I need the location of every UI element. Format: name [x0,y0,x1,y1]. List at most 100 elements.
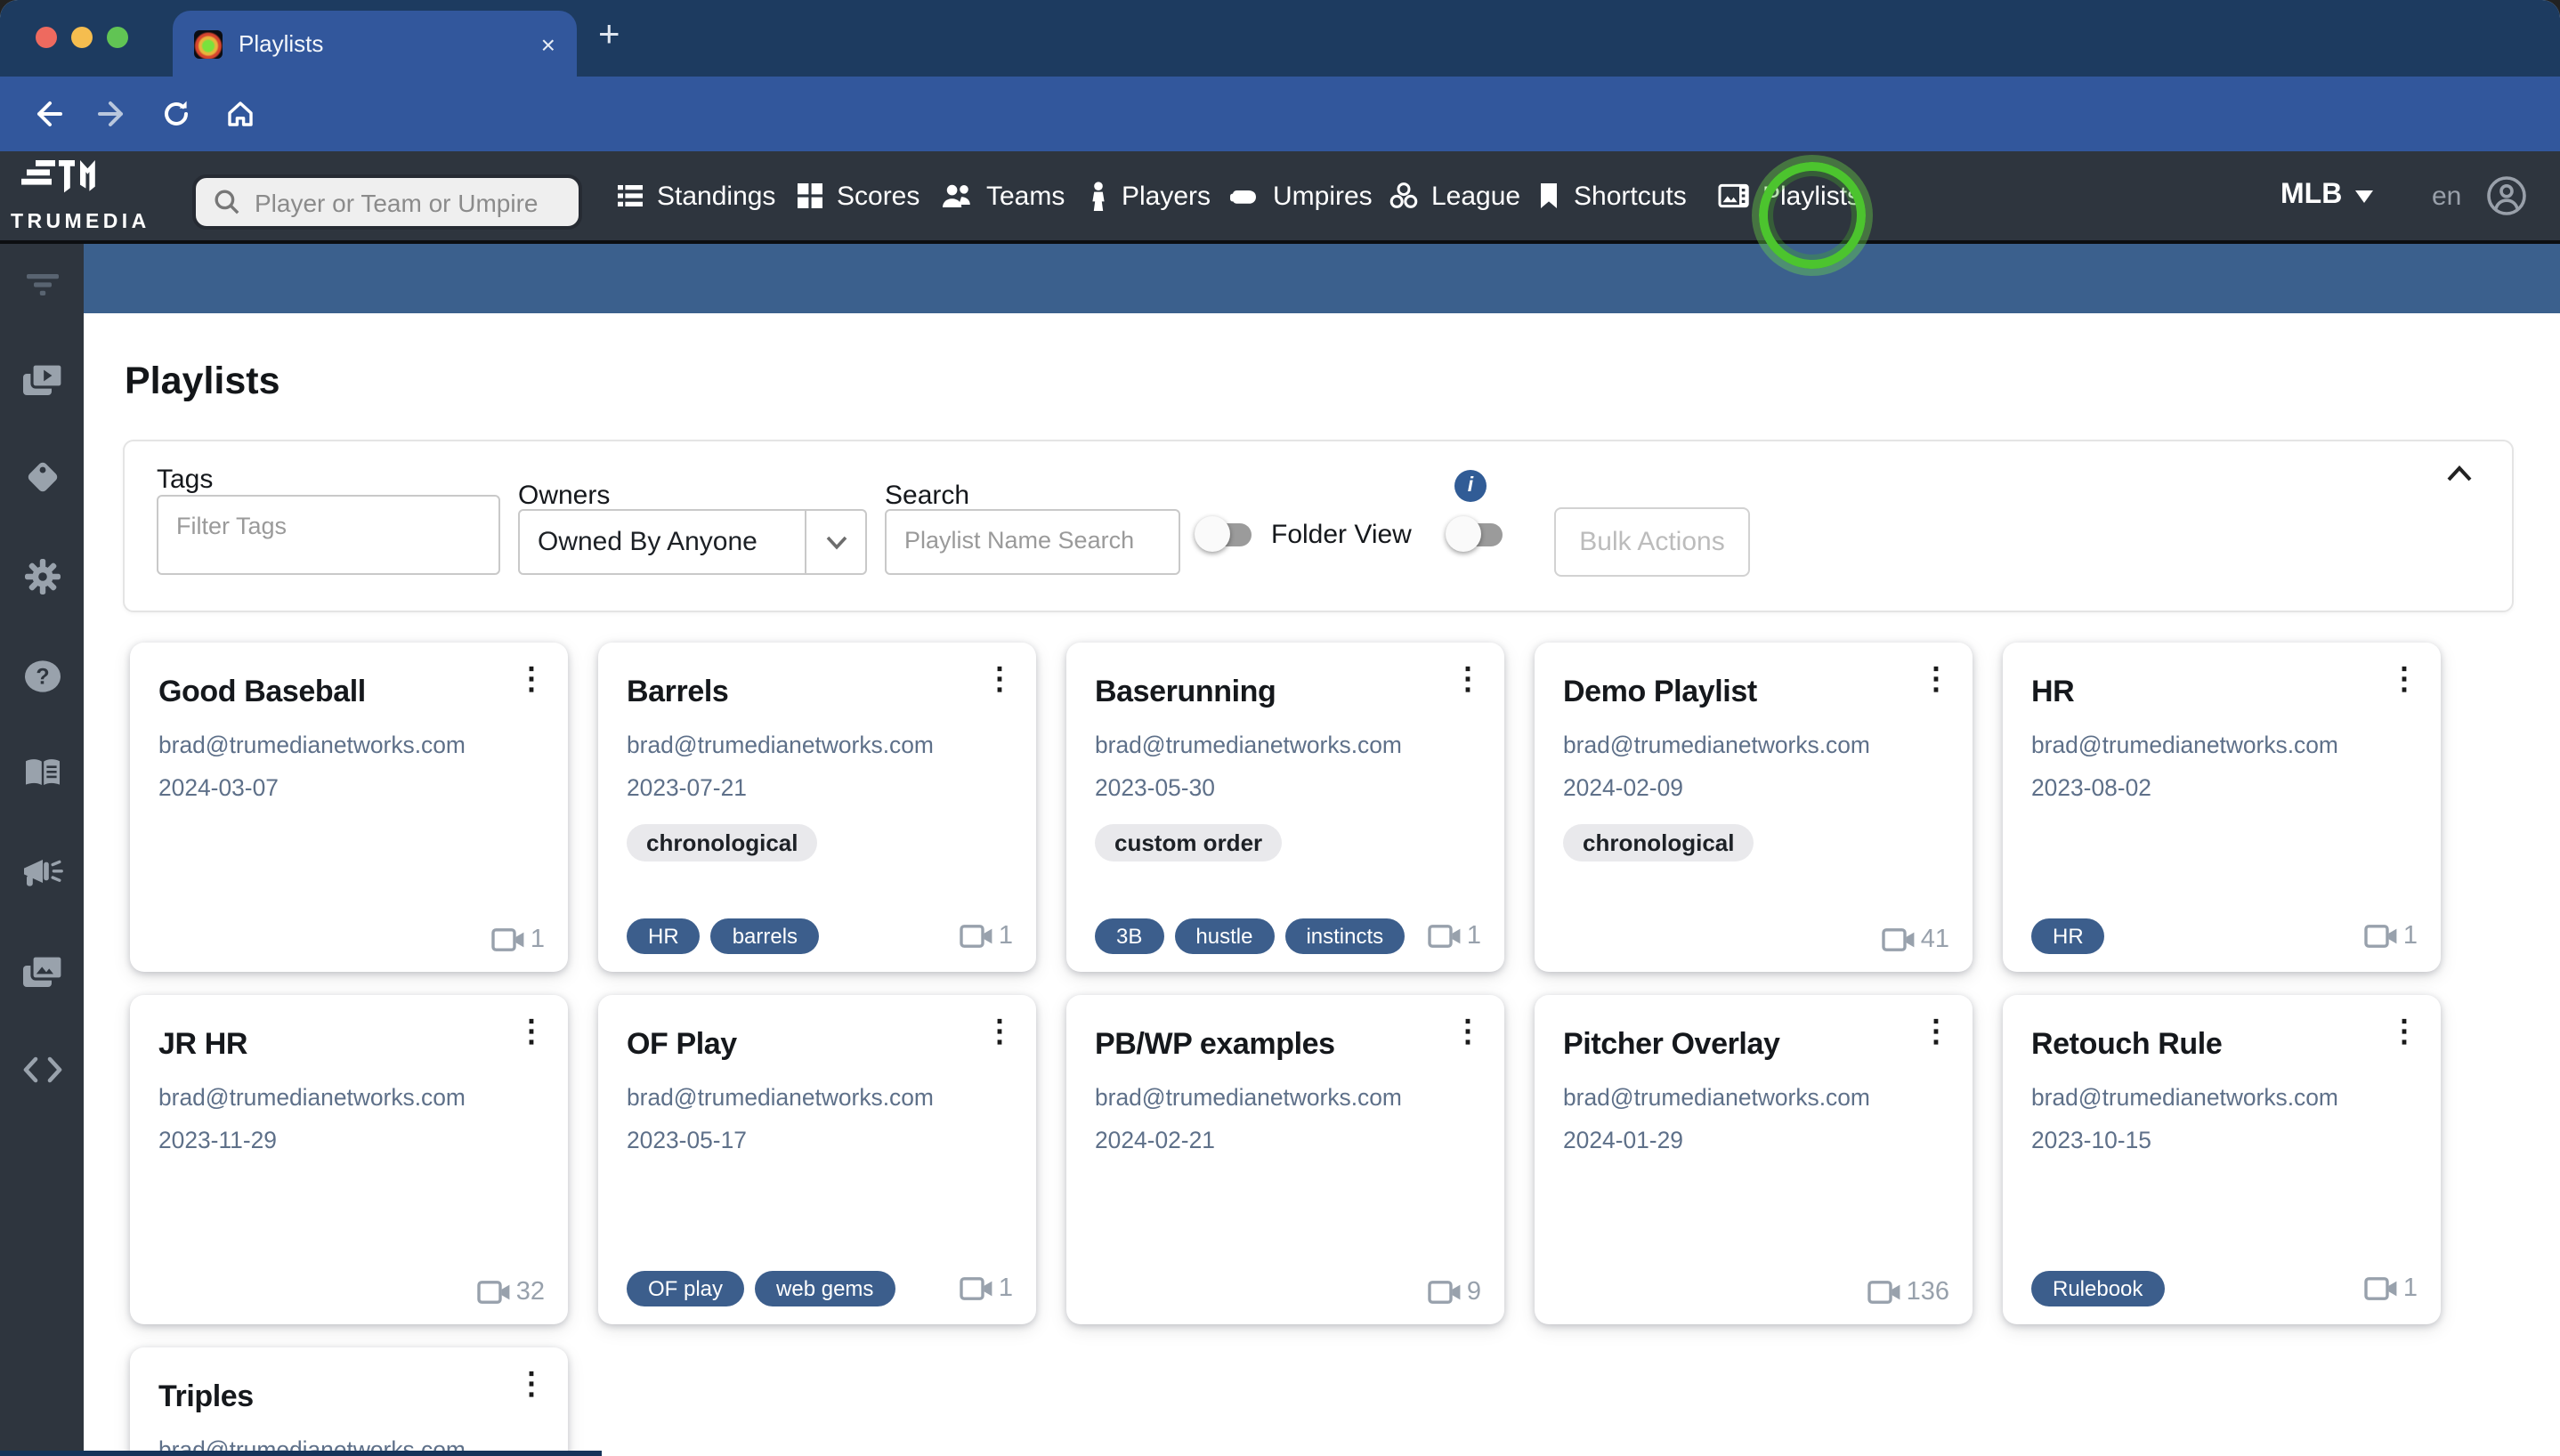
chevron-down-icon [2354,190,2372,202]
bulk-actions-button[interactable]: Bulk Actions [1554,507,1750,577]
language-selector[interactable]: en [2432,151,2461,240]
playlist-card[interactable]: ⋮ JR HR brad@trumedianetworks.com 2023-1… [130,995,568,1324]
playlists-icon [1718,182,1750,210]
playlist-card[interactable]: ⋮ Baserunning brad@trumedianetworks.com … [1066,643,1504,972]
playlist-card[interactable]: ⋮ Demo Playlist brad@trumedianetworks.co… [1535,643,1973,972]
tags-filter-input[interactable]: Filter Tags [157,495,500,575]
help-icon[interactable]: ? [22,657,61,705]
video-camera-icon [1867,1280,1901,1305]
global-search-input[interactable]: Player or Team or Umpire [192,174,582,230]
bulk-actions-toggle[interactable] [1449,523,1503,546]
card-menu-kebab-icon[interactable]: ⋮ [516,664,547,694]
gear-icon[interactable] [22,557,61,605]
playlist-video-count: 1 [491,926,545,954]
page-header-band [84,244,2560,313]
playlist-tag-pill[interactable]: Rulebook [2031,1271,2164,1306]
playlist-card[interactable]: ⋮ OF Play brad@trumedianetworks.com 2023… [598,995,1036,1324]
playlist-tag-pill[interactable]: web gems [755,1271,895,1306]
nav-item-shortcuts[interactable]: Shortcuts [1536,151,1687,240]
playlist-grid: ⋮ Good Baseball brad@trumedianetworks.co… [130,643,2455,1456]
card-menu-kebab-icon[interactable]: ⋮ [984,664,1015,694]
playlist-card[interactable]: ⋮ Retouch Rule brad@trumedianetworks.com… [2003,995,2441,1324]
playlist-order-chip: chronological [1563,824,1754,861]
traffic-light-minimize[interactable] [71,27,93,48]
browser-toolbar: mlbdemo.trumedianetworks.com/baseball/pl… [0,77,2560,151]
filter-icon[interactable] [24,272,60,306]
nav-item-umpires[interactable]: Umpires [1228,151,1373,240]
home-icon[interactable] [224,98,256,130]
playlist-search-input[interactable]: Playlist Name Search [885,509,1180,575]
card-menu-kebab-icon[interactable]: ⋮ [516,1369,547,1399]
playlist-order-chip: custom order [1095,824,1282,861]
nav-item-standings[interactable]: Standings [616,151,775,240]
megaphone-icon[interactable] [20,856,63,899]
collapse-panel-icon[interactable] [2446,459,2473,491]
shortcuts-icon [1536,182,1561,210]
nav-item-scores[interactable]: Scores [796,151,919,240]
playlist-tag-pill[interactable]: barrels [711,918,819,954]
card-menu-kebab-icon[interactable]: ⋮ [984,1016,1015,1047]
playlist-tag-pill[interactable]: HR [2031,918,2105,954]
code-icon[interactable] [20,1056,63,1093]
browser-tab[interactable]: Playlists × [173,11,577,77]
reload-icon[interactable] [160,98,192,130]
playlist-card[interactable]: ⋮ Triples brad@trumedianetworks.com [130,1347,568,1456]
traffic-light-close[interactable] [36,27,57,48]
card-menu-kebab-icon[interactable]: ⋮ [2389,664,2419,694]
forward-icon[interactable] [96,98,128,130]
nav-item-playlists[interactable]: Playlists [1718,151,1860,240]
card-menu-kebab-icon[interactable]: ⋮ [2389,1016,2419,1047]
playlist-tag-pill[interactable]: HR [627,918,701,954]
trumedia-logo[interactable] [21,158,103,214]
account-button[interactable] [2485,151,2528,240]
owners-select[interactable]: Owned By Anyone [518,509,867,575]
playlist-card[interactable]: ⋮ Barrels brad@trumedianetworks.com 2023… [598,643,1036,972]
new-tab-button[interactable]: + [598,14,620,57]
nav-item-teams[interactable]: Teams [942,151,1065,240]
playlist-owner: brad@trumedianetworks.com [627,1084,1008,1111]
playlist-tags: HR [2031,918,2105,954]
playlist-card[interactable]: ⋮ PB/WP examples brad@trumedianetworks.c… [1066,995,1504,1324]
nav-label: Umpires [1273,181,1373,211]
book-icon[interactable] [22,756,61,797]
playlist-tag-pill[interactable]: hustle [1174,918,1274,954]
tab-title: Playlists [239,30,541,57]
playlist-tag-pill[interactable]: instincts [1284,918,1405,954]
owners-label: Owners [518,481,610,511]
images-icon[interactable] [20,952,63,999]
umpires-icon [1228,182,1260,210]
playlist-title: Triples [158,1379,539,1415]
tab-close-icon[interactable]: × [541,31,555,56]
league-selector-value: MLB [2281,180,2342,212]
playlist-card[interactable]: ⋮ Pitcher Overlay brad@trumedianetworks.… [1535,995,1973,1324]
playlist-video-count: 9 [1428,1278,1481,1306]
info-icon[interactable]: i [1454,470,1487,502]
nav-item-players[interactable]: Players [1088,151,1211,240]
nav-label: Teams [986,181,1065,211]
video-count-value: 1 [999,922,1013,950]
back-icon[interactable] [32,98,64,130]
card-menu-kebab-icon[interactable]: ⋮ [1453,664,1483,694]
scores-icon [796,182,824,210]
folder-view-toggle[interactable] [1198,523,1252,546]
playlist-card[interactable]: ⋮ Good Baseball brad@trumedianetworks.co… [130,643,568,972]
video-playlist-icon[interactable] [20,361,63,408]
video-camera-icon [1882,927,1916,952]
league-selector[interactable]: MLB [2281,151,2372,240]
traffic-light-zoom[interactable] [107,27,128,48]
browser-window: Playlists × + mlbdemo.trumedianetworks.c… [0,0,2560,1456]
playlist-tag-pill[interactable]: OF play [627,1271,744,1306]
playlist-card[interactable]: ⋮ HR brad@trumedianetworks.com 2023-08-0… [2003,643,2441,972]
card-menu-kebab-icon[interactable]: ⋮ [1453,1016,1483,1047]
video-count-value: 136 [1907,1278,1949,1306]
account-icon [2485,174,2528,217]
site-favicon [194,29,223,58]
card-menu-kebab-icon[interactable]: ⋮ [516,1016,547,1047]
playlist-tags: HR barrels [627,918,819,954]
svg-text:?: ? [35,664,48,689]
card-menu-kebab-icon[interactable]: ⋮ [1921,1016,1951,1047]
nav-item-league[interactable]: League [1389,151,1520,240]
playlist-tag-pill[interactable]: 3B [1095,918,1163,954]
tag-icon[interactable] [22,457,61,506]
card-menu-kebab-icon[interactable]: ⋮ [1921,664,1951,694]
